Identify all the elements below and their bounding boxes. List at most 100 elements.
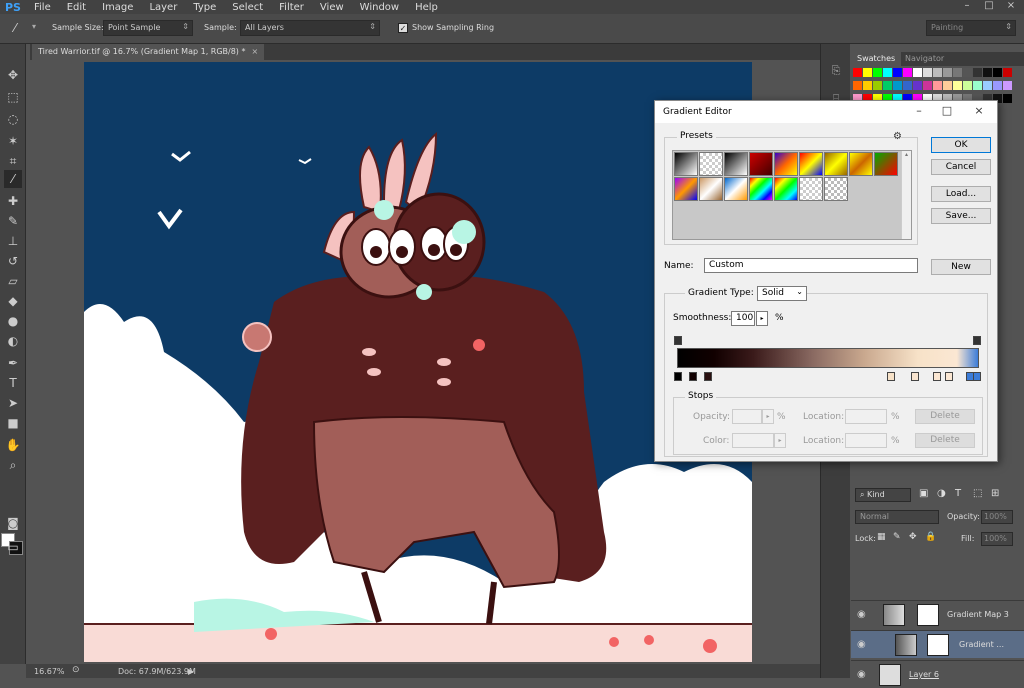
eraser-tool-icon[interactable]: ▱ xyxy=(4,272,22,290)
maximize-button[interactable]: □ xyxy=(980,0,998,11)
filter-smart-object-icon[interactable]: ⊞ xyxy=(991,488,999,499)
filter-type-icon[interactable]: T xyxy=(955,488,961,499)
sample-size-select[interactable]: Point Sample xyxy=(103,20,193,36)
lock-position-icon[interactable]: ✥ xyxy=(909,532,917,542)
menu-layer[interactable]: Layer xyxy=(141,2,185,13)
opacity-stop[interactable] xyxy=(973,336,981,345)
swatch[interactable] xyxy=(883,81,892,90)
gradient-type-select[interactable]: Solid ⌄ xyxy=(757,286,807,301)
preset-swatch[interactable] xyxy=(724,152,748,176)
swatch[interactable] xyxy=(913,81,922,90)
preset-swatch[interactable] xyxy=(824,177,848,201)
preset-swatch[interactable] xyxy=(674,177,698,201)
tab-swatches[interactable]: Swatches xyxy=(851,52,902,66)
lock-all-icon[interactable]: 🔒 xyxy=(925,532,936,542)
swatch[interactable] xyxy=(863,81,872,90)
document-tab[interactable]: Tired Warrior.tif @ 16.7% (Gradient Map … xyxy=(32,44,265,60)
swatch[interactable] xyxy=(913,68,922,77)
presets-grid[interactable]: ▴ xyxy=(672,150,912,240)
swatch[interactable] xyxy=(1003,94,1012,103)
swatch[interactable] xyxy=(873,81,882,90)
swatch[interactable] xyxy=(993,68,1002,77)
stop-opacity-input[interactable] xyxy=(732,409,762,424)
preset-swatch[interactable] xyxy=(749,177,773,201)
color-stop[interactable] xyxy=(945,372,953,381)
lock-pixels-icon[interactable]: ✎ xyxy=(893,532,901,542)
status-menu-arrow-icon[interactable]: ▶ xyxy=(188,667,194,676)
smoothness-input[interactable]: 100 xyxy=(731,311,755,326)
swatch[interactable] xyxy=(1003,68,1012,77)
layer-kind-filter[interactable]: ⌕ Kind xyxy=(855,488,911,502)
gradient-ramp-bar[interactable] xyxy=(677,348,979,368)
blur-tool-icon[interactable]: ● xyxy=(4,312,22,330)
layer-row[interactable]: ◉ Gradient Map 3 xyxy=(851,600,1024,628)
layer-row-selected[interactable]: ◉ Gradient ... xyxy=(851,630,1024,658)
layer-row[interactable]: ◉ Layer 6 xyxy=(851,660,1024,688)
close-button[interactable]: × xyxy=(1002,0,1020,11)
crop-tool-icon[interactable]: ⌗ xyxy=(4,152,22,170)
zoom-level[interactable]: 16.67% xyxy=(34,667,65,676)
delete-opacity-stop-button[interactable]: Delete xyxy=(915,409,975,424)
magic-wand-tool-icon[interactable]: ✶ xyxy=(4,132,22,150)
history-panel-icon[interactable]: ⎘ xyxy=(828,64,844,80)
preset-swatch[interactable] xyxy=(699,152,723,176)
minimize-button[interactable]: – xyxy=(958,0,976,11)
swatch[interactable] xyxy=(943,68,952,77)
swatch[interactable] xyxy=(853,68,862,77)
opacity-stop[interactable] xyxy=(674,336,682,345)
stop-opacity-location-input[interactable] xyxy=(845,409,887,424)
sample-select[interactable]: All Layers xyxy=(240,20,380,36)
presets-gear-icon[interactable]: ⚙ xyxy=(893,131,902,142)
menu-edit[interactable]: Edit xyxy=(59,2,94,13)
swatch[interactable] xyxy=(853,81,862,90)
stop-color-swatch[interactable] xyxy=(732,433,774,448)
opacity-field[interactable]: 100% xyxy=(981,510,1013,524)
type-tool-icon[interactable]: T xyxy=(4,374,22,392)
swatch[interactable] xyxy=(963,81,972,90)
pen-tool-icon[interactable]: ✒ xyxy=(4,354,22,372)
brush-tool-icon[interactable]: ✎ xyxy=(4,212,22,230)
preset-swatch[interactable] xyxy=(799,177,823,201)
save-button[interactable]: Save... xyxy=(931,208,991,224)
preset-swatch[interactable] xyxy=(774,152,798,176)
swatch[interactable] xyxy=(1003,81,1012,90)
healing-brush-tool-icon[interactable]: ✚ xyxy=(4,192,22,210)
stop-opacity-arrow-icon[interactable]: ▸ xyxy=(762,409,774,424)
swatch[interactable] xyxy=(873,68,882,77)
menu-image[interactable]: Image xyxy=(94,2,141,13)
tool-preset-chevron-icon[interactable]: ▾ xyxy=(32,22,36,31)
swatch[interactable] xyxy=(953,81,962,90)
preset-swatch[interactable] xyxy=(799,152,823,176)
swatch[interactable] xyxy=(923,81,932,90)
rectangle-tool-icon[interactable]: ■ xyxy=(4,414,22,432)
lasso-tool-icon[interactable]: ◌ xyxy=(4,110,22,128)
stop-color-arrow-icon[interactable]: ▸ xyxy=(774,433,786,448)
menu-filter[interactable]: Filter xyxy=(271,2,312,13)
load-button[interactable]: Load... xyxy=(931,186,991,202)
swatch[interactable] xyxy=(973,68,982,77)
preset-swatch[interactable] xyxy=(874,152,898,176)
swatch[interactable] xyxy=(893,68,902,77)
dialog-minimize-icon[interactable]: – xyxy=(909,104,929,117)
quick-mask-icon[interactable]: ◙ xyxy=(4,514,22,532)
paint-bucket-tool-icon[interactable]: ◆ xyxy=(4,292,22,310)
swatch[interactable] xyxy=(953,68,962,77)
visibility-eye-icon[interactable]: ◉ xyxy=(857,639,866,650)
clone-stamp-tool-icon[interactable]: ⊥ xyxy=(4,232,22,250)
swatch[interactable] xyxy=(983,68,992,77)
lock-transparency-icon[interactable]: ▦ xyxy=(877,532,886,542)
marquee-tool-icon[interactable]: ⬚ xyxy=(4,88,22,106)
screen-mode-icon[interactable]: ▭ xyxy=(4,538,22,556)
cancel-button[interactable]: Cancel xyxy=(931,159,991,175)
filter-pixel-icon[interactable]: ▣ xyxy=(919,488,928,499)
preset-swatch[interactable] xyxy=(774,177,798,201)
swatch[interactable] xyxy=(963,68,972,77)
color-stop[interactable] xyxy=(689,372,697,381)
swatch[interactable] xyxy=(993,81,1002,90)
history-brush-tool-icon[interactable]: ↺ xyxy=(4,252,22,270)
menu-select[interactable]: Select xyxy=(224,2,271,13)
zoom-tool-icon[interactable]: ⌕ xyxy=(4,456,22,474)
move-tool-icon[interactable]: ✥ xyxy=(4,66,22,84)
visibility-eye-icon[interactable]: ◉ xyxy=(857,669,866,680)
menu-type[interactable]: Type xyxy=(185,2,224,13)
